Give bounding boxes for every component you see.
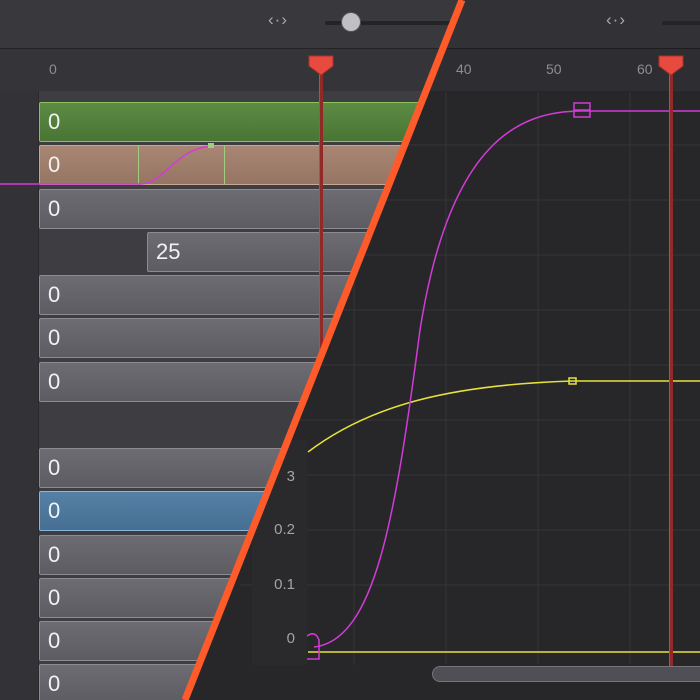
split-divider — [181, 0, 466, 700]
